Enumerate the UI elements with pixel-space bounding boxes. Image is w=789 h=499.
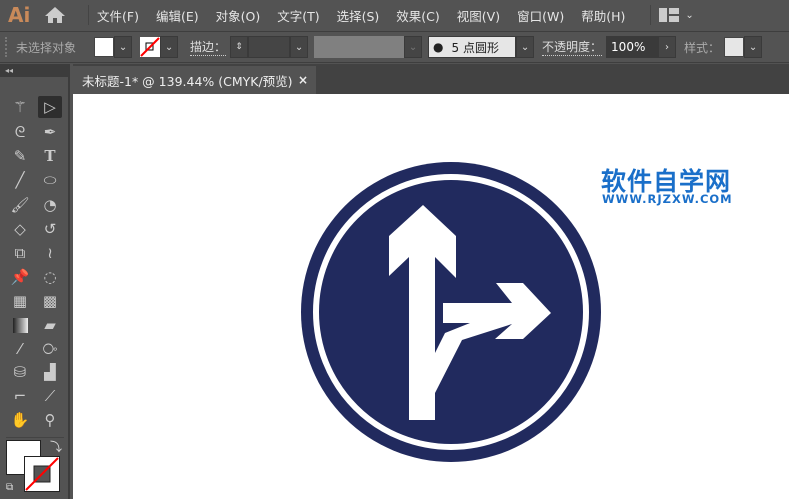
watermark-url: WWW.RJZXW.COM <box>602 192 733 206</box>
traffic-sign[interactable] <box>0 0 789 499</box>
